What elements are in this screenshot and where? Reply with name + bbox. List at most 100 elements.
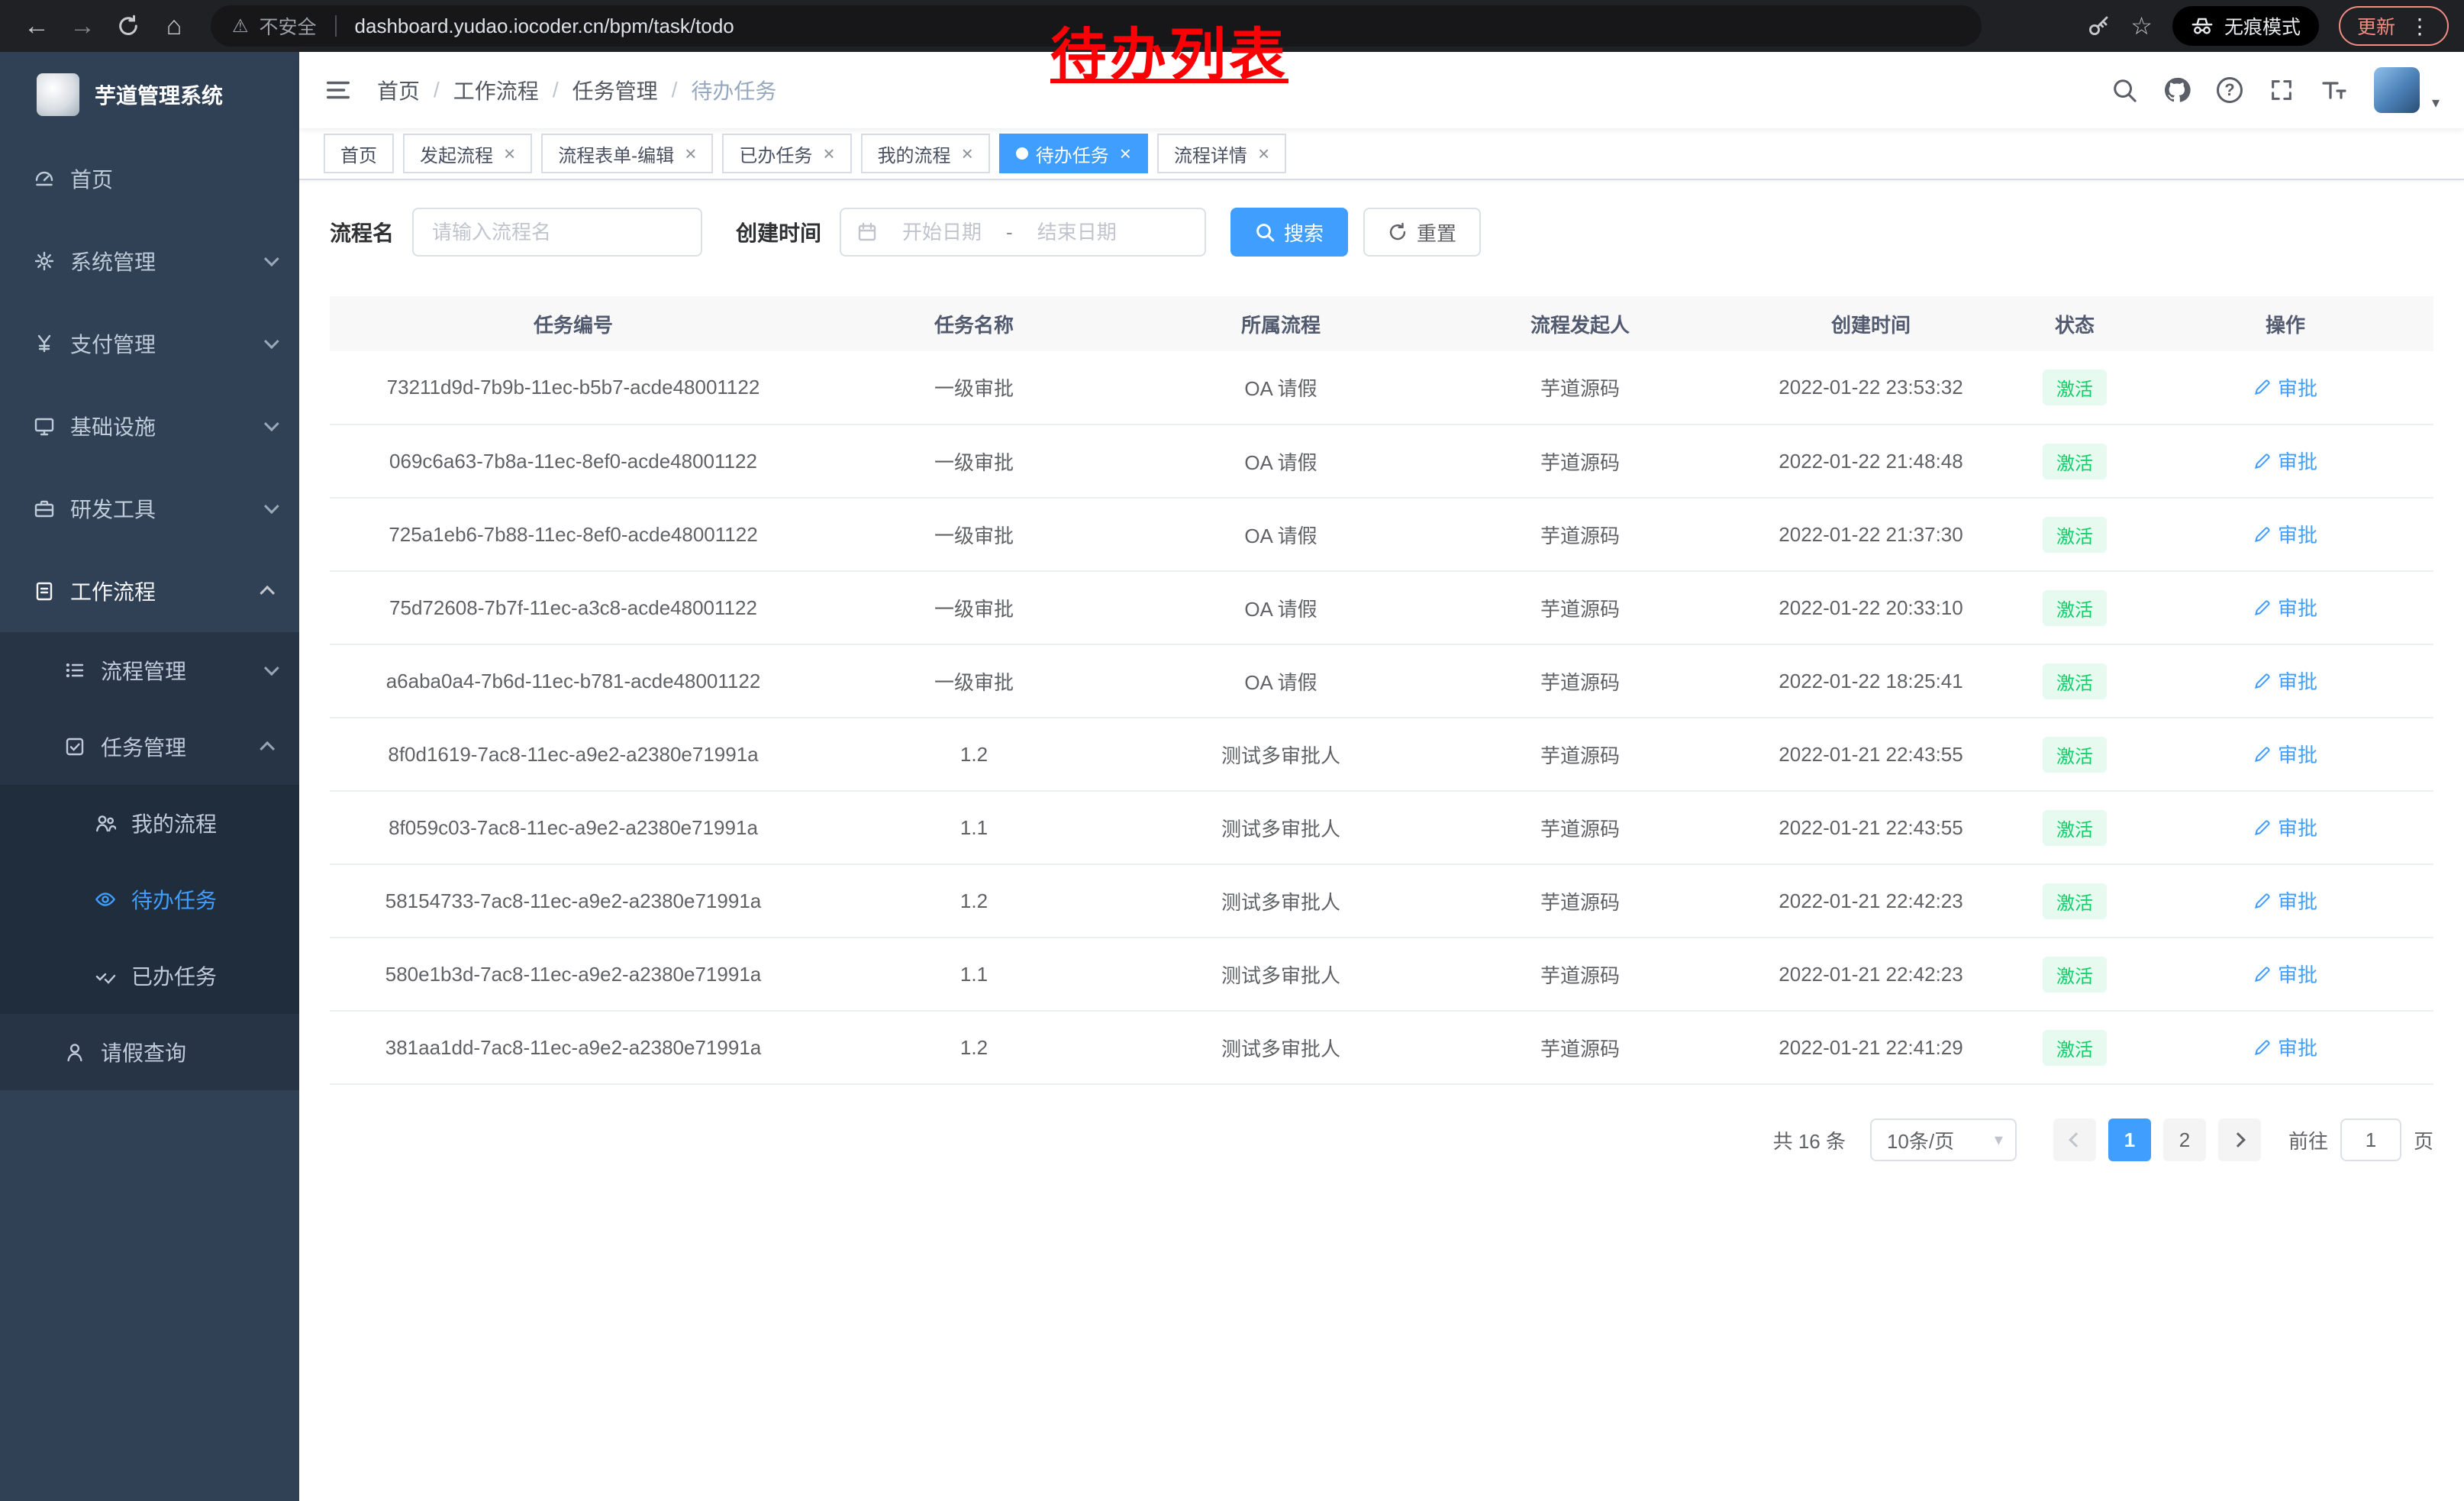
sidebar-item-process-mgmt[interactable]: 流程管理 [0,632,299,709]
sidebar-item-my-process[interactable]: 我的流程 [0,785,299,861]
create-time: 2022-01-22 21:37:30 [1730,498,2012,571]
close-icon[interactable]: × [1258,144,1269,163]
start-date-input[interactable] [884,221,1000,244]
next-page-button[interactable] [2218,1118,2261,1161]
close-icon[interactable]: × [823,144,834,163]
col-actions: 操作 [2137,296,2433,351]
page-button-1[interactable]: 1 [2108,1118,2151,1161]
search-icon[interactable] [2111,77,2137,103]
tab-home[interactable]: 首页 [324,134,394,173]
process-name-input[interactable] [412,208,702,257]
forward-icon[interactable]: → [61,5,104,47]
sidebar-item-done-tasks[interactable]: 已办任务 [0,938,299,1014]
close-icon[interactable]: × [1120,144,1131,163]
clipboard-icon [34,580,55,602]
approve-link[interactable]: 审批 [2253,520,2317,548]
process-name: OA 请假 [1131,644,1430,718]
tab-todo-tasks[interactable]: 待办任务 × [999,134,1148,173]
starter: 芋道源码 [1430,644,1730,718]
font-size-icon[interactable] [2320,76,2348,104]
tab-done-tasks[interactable]: 已办任务 × [722,134,851,173]
process-name: OA 请假 [1131,351,1430,424]
help-icon[interactable]: ? [2217,77,2243,103]
caret-down-icon[interactable]: ▾ [2432,93,2440,112]
approve-label: 审批 [2278,960,2317,988]
chevron-down-icon [264,251,279,266]
sidebar-item-home[interactable]: 首页 [0,137,299,220]
star-icon[interactable]: ☆ [2130,11,2153,40]
close-icon[interactable]: × [685,144,696,163]
home-icon[interactable]: ⌂ [153,5,195,47]
page-size-value: 10条/页 [1887,1126,1954,1154]
approve-link[interactable]: 审批 [2253,593,2317,621]
prev-page-button[interactable] [2053,1118,2096,1161]
sidebar-item-workflow[interactable]: 工作流程 [0,550,299,632]
sidebar-item-label: 首页 [70,163,113,194]
sidebar-item-system[interactable]: 系统管理 [0,220,299,302]
page-button-2[interactable]: 2 [2163,1118,2206,1161]
sidebar-toggle-icon[interactable] [324,76,353,105]
back-icon[interactable]: ← [15,5,58,47]
end-date-input[interactable] [1019,221,1135,244]
pen-icon [2253,745,2272,763]
fullscreen-icon[interactable] [2269,77,2295,103]
calendar-icon [856,221,878,243]
task-id: 381aa1dd-7ac8-11ec-a9e2-a2380e71991a [330,1011,817,1084]
date-range-picker[interactable]: - [840,208,1206,257]
tab-form-edit[interactable]: 流程表单-编辑 × [541,134,713,173]
sidebar-item-leave-query[interactable]: 请假查询 [0,1014,299,1090]
tab-my-process[interactable]: 我的流程 × [861,134,990,173]
create-time: 2022-01-22 18:25:41 [1730,644,2012,718]
avatar[interactable] [2374,67,2420,113]
tab-start-process[interactable]: 发起流程 × [403,134,532,173]
approve-link[interactable]: 审批 [2253,373,2317,402]
approve-link[interactable]: 审批 [2253,960,2317,988]
page-unit-label: 页 [2414,1126,2433,1154]
sidebar-item-todo-tasks[interactable]: 待办任务 [0,861,299,938]
sidebar-item-devtools[interactable]: 研发工具 [0,467,299,550]
sidebar-item-infrastructure[interactable]: 基础设施 [0,385,299,467]
github-icon[interactable] [2163,76,2191,104]
breadcrumb-task-mgmt[interactable]: 任务管理 [572,75,658,105]
status-badge: 激活 [2043,590,2107,626]
search-button[interactable]: 搜索 [1230,208,1348,257]
goto-page-input[interactable] [2340,1118,2401,1161]
kebab-menu-icon[interactable]: ⋮ [2409,14,2430,39]
approve-link[interactable]: 审批 [2253,447,2317,475]
security-label[interactable]: 不安全 [260,12,317,40]
close-icon[interactable]: × [504,144,515,163]
approve-link[interactable]: 审批 [2253,886,2317,915]
approve-link[interactable]: 审批 [2253,1033,2317,1061]
approve-link[interactable]: 审批 [2253,667,2317,695]
check-circle-icon [95,965,116,986]
tab-label: 发起流程 [420,140,493,167]
reload-icon[interactable] [107,5,150,47]
approve-label: 审批 [2278,373,2317,402]
sidebar: 芋道管理系统 首页 系统管理 支付管理 基础设施 [0,52,299,1501]
chevron-up-icon [260,741,275,757]
sidebar-item-payment[interactable]: 支付管理 [0,302,299,385]
starter: 芋道源码 [1430,424,1730,498]
sidebar-item-task-mgmt[interactable]: 任务管理 [0,709,299,785]
tab-process-detail[interactable]: 流程详情 × [1157,134,1286,173]
page-url[interactable]: dashboard.yudao.iocoder.cn/bpm/task/todo [355,15,734,38]
starter: 芋道源码 [1430,864,1730,938]
app-logo[interactable]: 芋道管理系统 [0,52,299,137]
starter: 芋道源码 [1430,498,1730,571]
close-icon[interactable]: × [962,144,973,163]
key-icon[interactable] [2086,14,2111,38]
create-time: 2022-01-21 22:42:23 [1730,864,2012,938]
reset-button-label: 重置 [1417,218,1456,247]
person-icon [64,1041,85,1063]
top-navbar: 首页 / 工作流程 / 任务管理 / 待办任务 [299,52,2464,128]
breadcrumb-home[interactable]: 首页 [377,75,420,105]
create-time: 2022-01-21 22:43:55 [1730,718,2012,791]
approve-link[interactable]: 审批 [2253,740,2317,768]
update-button[interactable]: 更新 ⋮ [2339,6,2449,46]
breadcrumb-workflow[interactable]: 工作流程 [453,75,539,105]
page-size-select[interactable]: 10条/页 ▾ [1870,1118,2017,1161]
reset-button[interactable]: 重置 [1363,208,1481,257]
task-id: a6aba0a4-7b6d-11ec-b781-acde48001122 [330,644,817,718]
approve-link[interactable]: 审批 [2253,813,2317,841]
table-row: 75d72608-7b7f-11ec-a3c8-acde48001122 一级审… [330,571,2433,644]
